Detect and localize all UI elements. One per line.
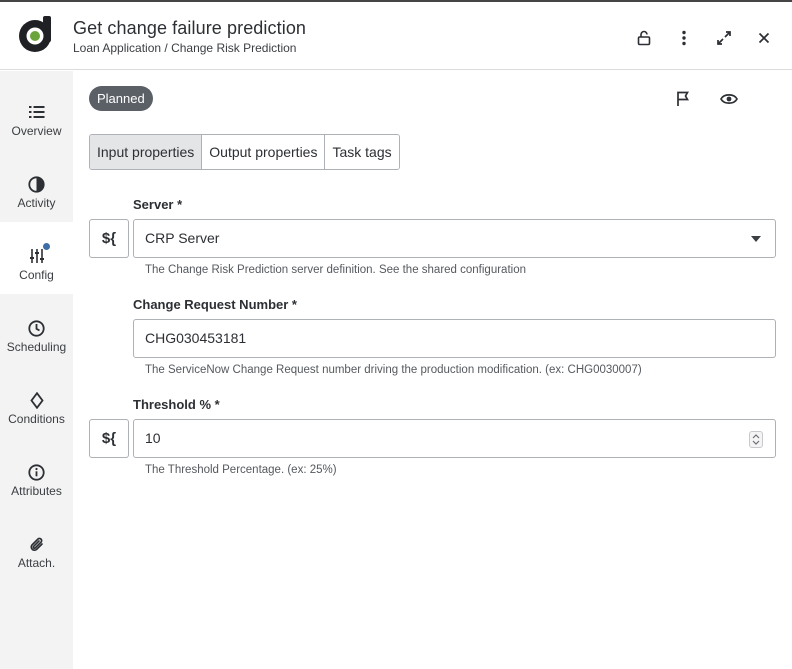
tab-output-properties[interactable]: Output properties (202, 135, 326, 169)
sidebar-item-label: Attach. (17, 556, 56, 570)
variable-toggle-button[interactable]: ${ (89, 419, 129, 458)
number-stepper[interactable] (749, 431, 763, 448)
sidebar-item-label: Conditions (8, 412, 65, 426)
eye-icon[interactable] (717, 87, 741, 111)
diamond-icon (27, 390, 47, 410)
flag-icon[interactable] (671, 87, 695, 111)
server-select[interactable]: CRP Server (133, 219, 776, 258)
stepper-up-icon[interactable] (752, 434, 760, 439)
variable-toggle-button[interactable]: ${ (89, 219, 129, 258)
sidebar-item-config[interactable]: Config (0, 222, 73, 294)
close-icon[interactable] (752, 26, 776, 50)
sidebar-item-label: Config (19, 268, 54, 282)
sidebar: Overview Activity Config Scheduling Cond… (0, 71, 73, 669)
sidebar-item-conditions[interactable]: Conditions (0, 366, 73, 438)
change-request-input[interactable] (145, 330, 705, 346)
threshold-help-text: The Threshold Percentage. (ex: 25%) (145, 464, 337, 476)
sidebar-item-label: Scheduling (6, 340, 67, 354)
threshold-label: Threshold % * (133, 397, 220, 412)
info-icon (27, 462, 47, 482)
sidebar-item-activity[interactable]: Activity (0, 150, 73, 222)
clock-icon (27, 318, 47, 338)
server-label: Server * (133, 197, 183, 212)
chevron-down-icon (751, 236, 761, 242)
paperclip-icon (27, 534, 47, 554)
threshold-field (133, 419, 776, 458)
list-icon (27, 102, 47, 122)
change-request-label: Change Request Number * (133, 297, 297, 312)
sidebar-item-attach[interactable]: Attach. (0, 510, 73, 582)
breadcrumb: Loan Application / Change Risk Predictio… (73, 41, 297, 55)
status-badge: Planned (89, 86, 153, 111)
pie-icon (27, 174, 47, 194)
server-help-text: The Change Risk Prediction server defini… (145, 264, 526, 276)
stepper-down-icon[interactable] (752, 440, 760, 445)
sidebar-item-attributes[interactable]: Attributes (0, 438, 73, 510)
tab-task-tags[interactable]: Task tags (325, 135, 399, 169)
properties-tabs: Input properties Output properties Task … (89, 134, 400, 170)
lock-open-icon[interactable] (632, 26, 656, 50)
sidebar-item-overview[interactable]: Overview (0, 78, 73, 150)
tab-input-properties[interactable]: Input properties (90, 135, 203, 169)
sidebar-item-scheduling[interactable]: Scheduling (0, 294, 73, 366)
server-select-value: CRP Server (145, 230, 220, 246)
change-request-help-text: The ServiceNow Change Request number dri… (145, 364, 642, 376)
dialog-header: Get change failure prediction Loan Appli… (0, 2, 792, 70)
expand-icon[interactable] (712, 26, 736, 50)
more-vertical-icon[interactable] (672, 26, 696, 50)
sidebar-item-label: Attributes (11, 484, 62, 498)
change-request-field (133, 319, 776, 358)
sidebar-item-label: Overview (11, 124, 62, 138)
sliders-icon (27, 243, 50, 266)
sidebar-item-label: Activity (17, 196, 56, 210)
dialog-title: Get change failure prediction (73, 18, 307, 38)
threshold-input[interactable] (145, 430, 705, 446)
notification-dot (42, 243, 50, 250)
app-logo (17, 14, 57, 54)
